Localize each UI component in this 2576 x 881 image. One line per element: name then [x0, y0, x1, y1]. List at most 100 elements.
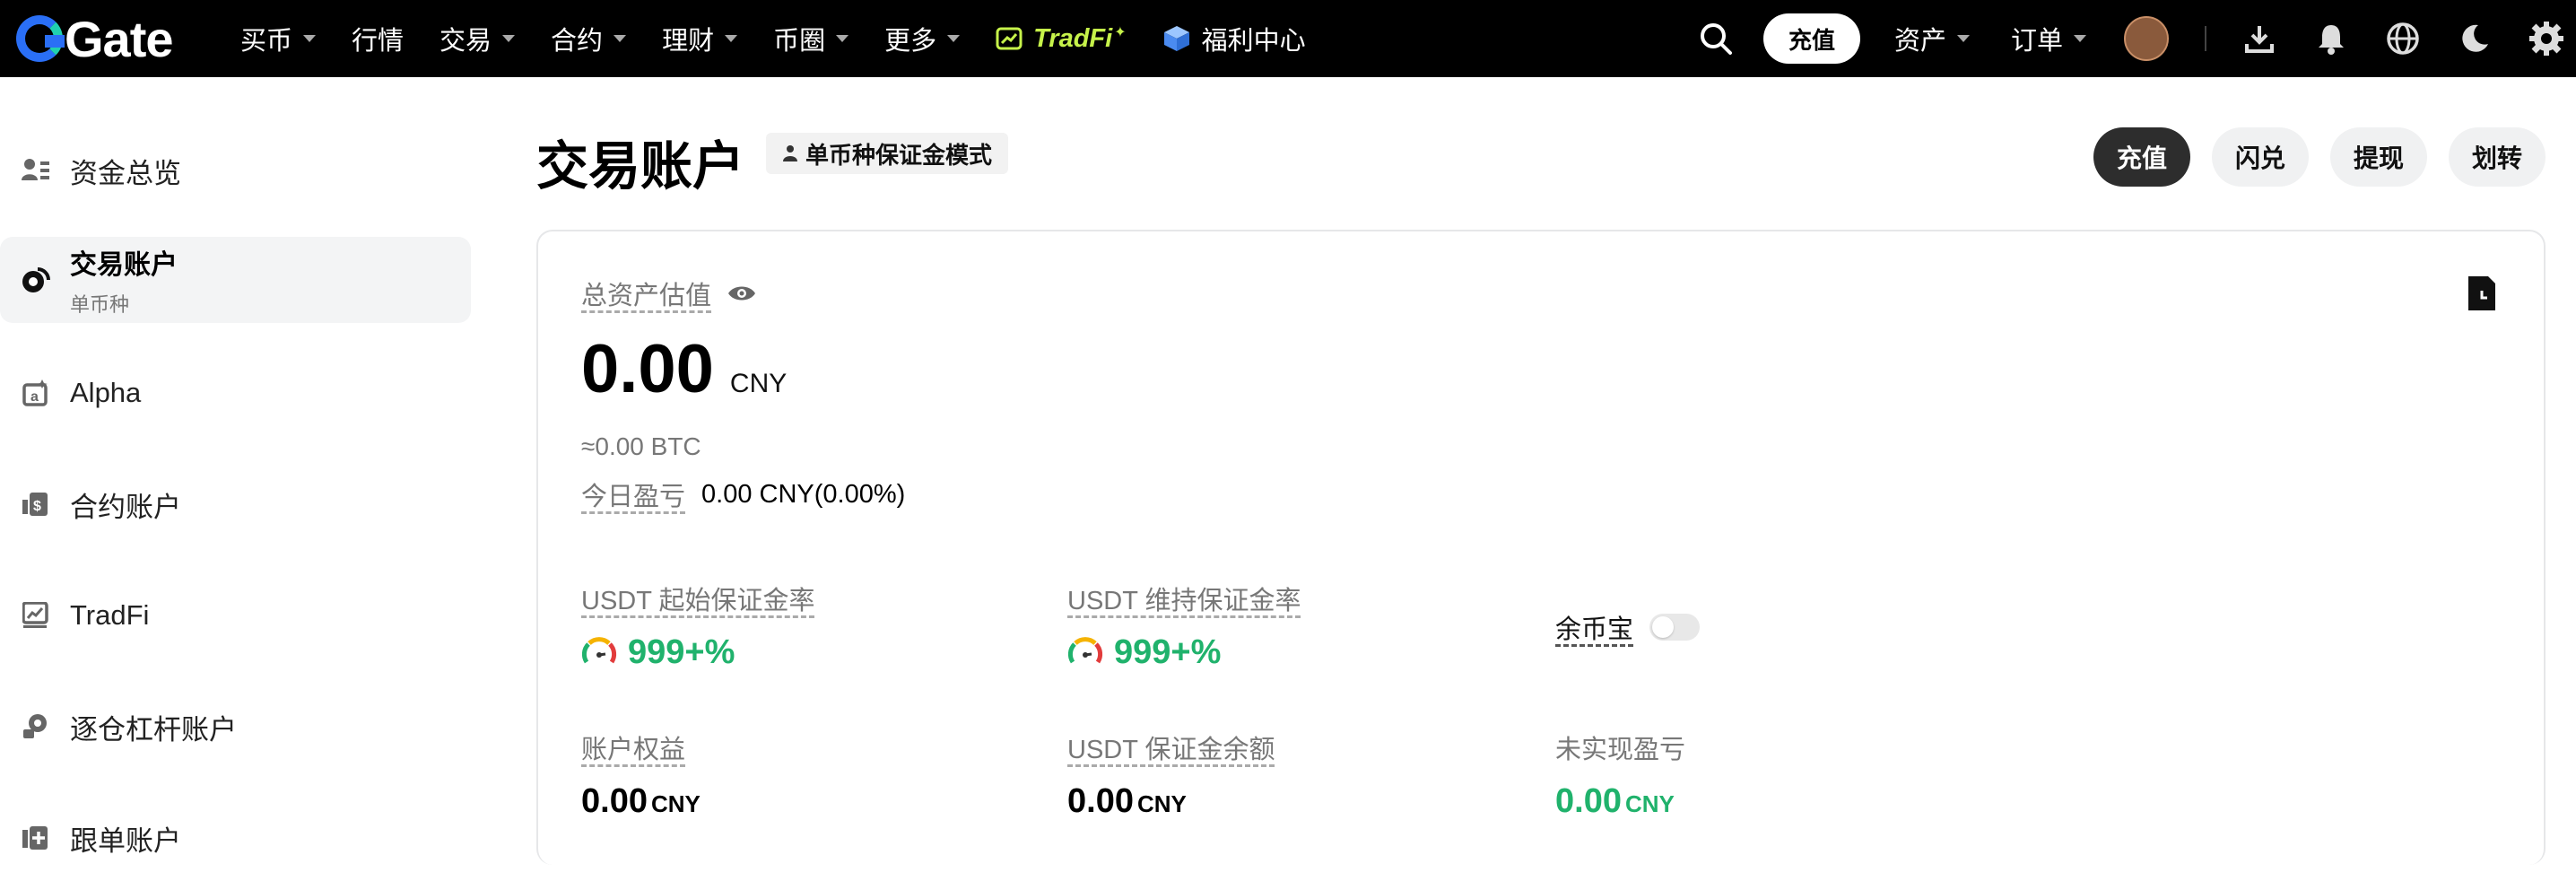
download-icon[interactable] — [2241, 20, 2278, 57]
sidebar-item-funds-overview[interactable]: 资金总览 — [0, 127, 471, 214]
sidebar-item-trading-account[interactable]: 交易账户 单币种 — [0, 237, 471, 323]
nav-orders[interactable]: 订单 — [2011, 20, 2086, 57]
nav-label: 更多 — [884, 27, 937, 56]
gate-logo-text: Gate — [65, 10, 173, 67]
main-content: 交易账户 单币种保证金模式 充值 闪兑 提现 划转 总资产估值 0.00 CNY… — [536, 77, 2546, 865]
usdt-margin-balance: USDT 保证金余额 0.00 CNY — [1067, 728, 1275, 821]
maintenance-margin-rate: USDT 维持保证金率 999+% — [1067, 580, 1301, 672]
equity-currency: CNY — [650, 790, 701, 817]
sidebar-item-copy-trading[interactable]: 跟单账户 — [0, 795, 471, 881]
sidebar-item-futures-account[interactable]: $ 合约账户 — [0, 461, 471, 547]
bell-icon[interactable] — [2312, 20, 2350, 57]
gate-logo[interactable]: Gate — [16, 10, 173, 67]
sidebar-item-label: 交易账户 — [70, 250, 178, 280]
margin-balance-currency: CNY — [1136, 790, 1187, 817]
alpha-icon: a — [22, 379, 50, 407]
page-title: 交易账户 — [536, 137, 745, 196]
main-nav: 买币 行情 交易 合约 理财 币圈 更多 TradFi ✦ 福利中心 — [240, 0, 1342, 77]
margin-balance-label[interactable]: USDT 保证金余额 — [1067, 728, 1275, 766]
gate-logo-mark — [16, 15, 65, 62]
nav-futures[interactable]: 合约 — [551, 20, 627, 57]
nav-assets[interactable]: 资产 — [1894, 20, 1970, 57]
search-icon[interactable] — [1697, 20, 1735, 57]
btc-equivalent: ≈0.00 BTC — [581, 432, 701, 460]
initial-margin-rate: USDT 起始保证金率 999+% — [581, 580, 814, 672]
yubibao-label[interactable]: 余币宝 — [1555, 608, 1633, 646]
margin-mode-badge[interactable]: 单币种保证金模式 — [766, 133, 1009, 174]
deposit-button[interactable]: 充值 — [2093, 127, 2190, 187]
account-sidebar: 资金总览 交易账户 单币种 a Alpha $ 合约账户 TradFi 逐仓杠杆… — [0, 77, 484, 865]
moon-icon[interactable] — [2456, 20, 2493, 57]
nav-label: 福利中心 — [1201, 27, 1306, 56]
divider — [2205, 26, 2206, 51]
tradfi-icon — [22, 601, 50, 630]
nav-square[interactable]: 币圈 — [773, 20, 849, 57]
nav-label: 理财 — [662, 27, 715, 56]
today-pnl: 今日盈亏 0.00 CNY(0.00%) — [581, 475, 905, 513]
nav-label: 合约 — [551, 27, 604, 56]
nav-label: 资产 — [1893, 27, 1946, 56]
header-actions: 充值 资产 订单 — [1697, 0, 2576, 77]
spot-account-icon — [22, 266, 50, 294]
nav-label: 订单 — [2010, 27, 2063, 56]
maint-margin-label[interactable]: USDT 维持保证金率 — [1067, 580, 1301, 617]
maint-margin-value: 999+% — [1114, 633, 1222, 671]
nav-earn[interactable]: 理财 — [662, 20, 738, 57]
convert-button[interactable]: 闪兑 — [2211, 127, 2309, 187]
sidebar-item-isolated-margin[interactable]: 逐仓杠杆账户 — [0, 684, 471, 770]
nav-buy-crypto[interactable]: 买币 — [240, 20, 317, 57]
yubibao-toggle[interactable] — [1649, 614, 1701, 641]
unrealized-value: 0.00 — [1555, 782, 1622, 820]
chevron-down-icon — [303, 35, 317, 42]
eye-icon[interactable] — [727, 284, 756, 302]
chevron-down-icon — [947, 35, 961, 42]
svg-text:a: a — [30, 389, 39, 405]
copy-trading-icon — [22, 824, 50, 852]
chevron-down-icon — [614, 35, 627, 42]
gear-icon[interactable] — [2528, 20, 2565, 57]
margin-balance-value: 0.00 — [1067, 782, 1134, 820]
account-summary-card: 总资产估值 0.00 CNY ≈0.00 BTC 今日盈亏 0.00 CNY(0… — [536, 230, 2546, 865]
svg-text:$: $ — [33, 499, 41, 514]
margin-mode-label: 单币种保证金模式 — [805, 141, 993, 169]
yubibao-toggle-row: 余币宝 — [1555, 608, 1701, 646]
unrealized-pnl: 未实现盈亏 0.00 CNY — [1555, 728, 1685, 821]
deposit-button-header[interactable]: 充值 — [1762, 13, 1860, 64]
avatar[interactable] — [2124, 16, 2169, 61]
sidebar-item-label: 资金总览 — [70, 157, 181, 189]
unrealized-currency: CNY — [1624, 790, 1675, 817]
margin-account-icon — [22, 712, 50, 741]
chevron-down-icon — [2074, 35, 2086, 42]
total-assets-label[interactable]: 总资产估值 — [581, 275, 711, 312]
globe-icon[interactable] — [2384, 20, 2422, 57]
nav-more[interactable]: 更多 — [884, 20, 961, 57]
transfer-button[interactable]: 划转 — [2448, 127, 2546, 187]
sidebar-item-sublabel: 单币种 — [70, 293, 130, 316]
top-nav-bar: Gate 买币 行情 交易 合约 理财 币圈 更多 TradFi ✦ 福利中心 充… — [0, 0, 2576, 77]
withdraw-button[interactable]: 提现 — [2329, 127, 2427, 187]
report-icon[interactable] — [2467, 275, 2497, 312]
sidebar-item-alpha[interactable]: a Alpha — [0, 350, 471, 436]
futures-account-icon: $ — [22, 490, 50, 519]
total-assets-value: 0.00 CNY — [581, 330, 787, 408]
nav-label: 买币 — [240, 27, 293, 56]
initial-margin-label[interactable]: USDT 起始保证金率 — [581, 580, 814, 617]
today-pnl-label[interactable]: 今日盈亏 — [581, 475, 685, 513]
nav-tradfi[interactable]: TradFi ✦ — [996, 24, 1127, 54]
nav-markets[interactable]: 行情 — [352, 20, 404, 57]
user-icon — [783, 145, 797, 161]
sparkle-icon: ✦ — [1114, 25, 1127, 40]
sidebar-item-tradfi[interactable]: TradFi — [0, 572, 471, 659]
account-actions: 充值 闪兑 提现 划转 — [2072, 127, 2546, 187]
nav-rewards-center[interactable]: 福利中心 — [1162, 20, 1306, 57]
trend-chart-icon — [996, 27, 1023, 50]
total-assets-header: 总资产估值 — [581, 275, 756, 312]
chevron-down-icon — [1956, 35, 1970, 42]
equity-label[interactable]: 账户权益 — [581, 728, 701, 766]
equity-value: 0.00 — [581, 782, 648, 820]
nav-trade[interactable]: 交易 — [439, 20, 516, 57]
gauge-icon — [1067, 636, 1103, 663]
today-pnl-value: 0.00 CNY(0.00%) — [701, 479, 906, 509]
chevron-down-icon — [502, 35, 516, 42]
wallet-icon — [22, 156, 50, 185]
